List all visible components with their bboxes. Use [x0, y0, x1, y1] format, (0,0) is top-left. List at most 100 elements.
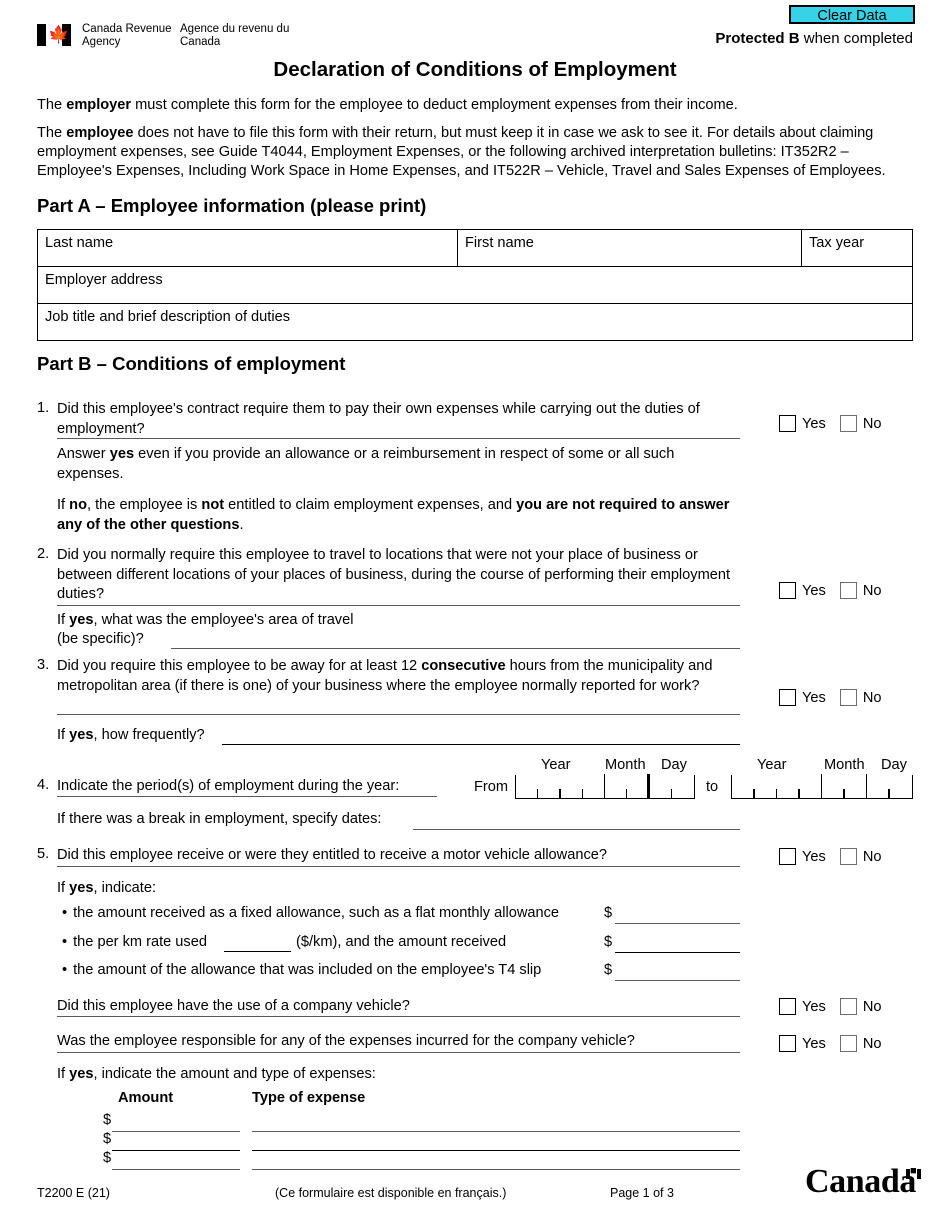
question-2-answer-rule — [57, 605, 740, 606]
question-3-text: Did you require this employee to be away… — [57, 657, 747, 696]
q2-sub-bold: yes — [69, 612, 94, 628]
q1-note2-b2: not — [201, 497, 225, 513]
comb-cell[interactable] — [583, 774, 606, 798]
comb-cell[interactable] — [732, 775, 755, 798]
employee-information-table: Last name First name Tax year Employer a… — [37, 229, 913, 341]
question-1-no-label: No — [862, 415, 882, 432]
expense-row-1-dollar-sign: $ — [103, 1112, 112, 1128]
q5-sub-post: , indicate: — [93, 880, 156, 896]
expense-row-3-type-rule[interactable] — [252, 1169, 740, 1170]
comb-cell[interactable] — [538, 775, 561, 798]
to-month-label: Month — [824, 757, 865, 773]
comb-cell[interactable] — [845, 774, 868, 798]
expenses-intro-post: , indicate the amount and type of expens… — [93, 1066, 376, 1082]
employer-address-field[interactable]: Employer address — [38, 267, 912, 303]
company-vehicle-yes-checkbox[interactable] — [779, 998, 796, 1015]
vehicle-expenses-yes-label: Yes — [802, 1035, 826, 1052]
expense-col-type-header: Type of expense — [252, 1090, 366, 1106]
company-vehicle-no-checkbox[interactable] — [839, 998, 857, 1015]
per-km-rate-rule[interactable] — [224, 951, 291, 952]
allowance-bullet-t4-label: the amount of the allowance that was inc… — [73, 962, 542, 978]
company-vehicle-no-label: No — [862, 998, 882, 1015]
intro1-post: must complete this form for the employee… — [131, 97, 738, 113]
comb-cell[interactable] — [777, 775, 800, 798]
question-5-yes-checkbox[interactable] — [779, 848, 796, 865]
question-3-answer-rule — [57, 714, 740, 715]
comb-cell[interactable] — [822, 775, 845, 798]
job-title-field[interactable]: Job title and brief description of dutie… — [38, 304, 912, 340]
question-2-sub-text: If yes, what was the employee's area of … — [57, 611, 557, 631]
q2-sub-post: , what was the employee's area of travel — [93, 612, 354, 628]
comb-cell[interactable] — [561, 775, 584, 798]
intro2-pre: The — [37, 125, 67, 141]
comb-cell[interactable] — [516, 775, 539, 798]
canada-wordmark: Canada ■ — [805, 1163, 921, 1201]
fixed-allowance-dollar-sign: $ — [604, 905, 613, 921]
question-2-text: Did you normally require this employee t… — [57, 547, 731, 602]
question-3-yes-checkbox[interactable] — [779, 689, 796, 706]
expense-row-3-dollar-sign: $ — [103, 1150, 112, 1166]
fixed-allowance-amount-rule[interactable] — [615, 923, 740, 924]
comb-cell[interactable] — [650, 775, 673, 798]
protected-b-notice: Protected B when completed — [715, 30, 913, 47]
comb-cell[interactable] — [672, 775, 694, 798]
expense-row-1-amount-rule[interactable] — [112, 1131, 240, 1132]
question-1-no-checkbox[interactable] — [839, 415, 857, 432]
question-2-no-checkbox[interactable] — [839, 582, 857, 599]
question-3-frequency-rule — [222, 744, 740, 745]
comb-cell[interactable] — [800, 774, 823, 798]
expense-row-3-amount-rule[interactable] — [112, 1169, 240, 1170]
from-date-comb-input[interactable] — [515, 774, 695, 799]
first-name-field[interactable]: First name — [458, 230, 802, 266]
expense-row-2-amount-rule[interactable] — [112, 1150, 240, 1151]
intro1-bold: employer — [66, 97, 132, 113]
question-3-no-checkbox[interactable] — [839, 689, 857, 706]
agency-name-en: Canada Revenue Agency — [82, 23, 172, 48]
expense-col-amount-header: Amount — [118, 1090, 174, 1106]
comb-cell[interactable] — [890, 775, 913, 798]
part-a-heading: Part A – Employee information (please pr… — [37, 195, 426, 217]
question-4-text: Indicate the period(s) of employment dur… — [57, 778, 400, 794]
comb-cell[interactable] — [867, 775, 890, 798]
from-year-label: Year — [541, 757, 571, 773]
to-year-label: Year — [757, 757, 787, 773]
allowance-bullet-perkm-label-b: ($/km), and the amount received — [296, 934, 507, 950]
part-b-label: Part B — [37, 353, 92, 374]
last-name-field[interactable]: Last name — [38, 230, 458, 266]
expenses-intro-bold: yes — [69, 1066, 94, 1082]
question-5-text: Did this employee receive or were they e… — [57, 847, 607, 863]
question-4-break-text: If there was a break in employment, spec… — [57, 811, 382, 827]
intro2-post: does not have to file this form with the… — [37, 125, 886, 179]
comb-cell[interactable] — [627, 774, 650, 798]
vehicle-expenses-yes-checkbox[interactable] — [779, 1035, 796, 1052]
q3-sub-bold: yes — [69, 727, 94, 743]
question-1-yes-checkbox[interactable] — [779, 415, 796, 432]
perkm-amount-rule[interactable] — [615, 952, 740, 953]
question-2-yes-checkbox[interactable] — [779, 582, 796, 599]
comb-cell[interactable] — [755, 775, 778, 798]
intro-paragraph-1: The employer must complete this form for… — [37, 96, 913, 115]
protected-b-label: Protected B — [715, 30, 800, 47]
question-5-no-checkbox[interactable] — [839, 848, 857, 865]
t4-allowance-amount-rule[interactable] — [615, 980, 740, 981]
question-5-yes-label: Yes — [802, 848, 826, 865]
question-2-number: 2. — [37, 546, 50, 562]
allowance-bullet-perkm-label-a: the per km rate used — [73, 934, 207, 950]
bullet-dot-icon: • — [62, 962, 68, 978]
q1-note2-pre: If — [57, 497, 70, 513]
to-date-comb-input[interactable] — [731, 774, 913, 799]
from-month-label: Month — [605, 757, 646, 773]
expense-row-1-type-rule[interactable] — [252, 1131, 740, 1132]
question-5-sub-text: If yes, indicate: — [57, 879, 357, 899]
question-5-answer-rule — [57, 866, 740, 867]
question-4-number: 4. — [37, 777, 50, 793]
clear-data-button[interactable]: Clear Data — [789, 5, 915, 24]
vehicle-expenses-no-checkbox[interactable] — [839, 1035, 857, 1052]
form-page: Clear Data Protected B when completed 🍁 … — [0, 0, 950, 1230]
cra-logo: 🍁 Canada Revenue Agency Agence du revenu… — [37, 23, 300, 48]
comb-cell[interactable] — [605, 775, 628, 798]
expense-row-2-type-rule[interactable] — [252, 1150, 740, 1151]
question-5-no-label: No — [862, 848, 882, 865]
q1-note1-bold: yes — [109, 446, 135, 462]
tax-year-field[interactable]: Tax year — [802, 230, 912, 266]
